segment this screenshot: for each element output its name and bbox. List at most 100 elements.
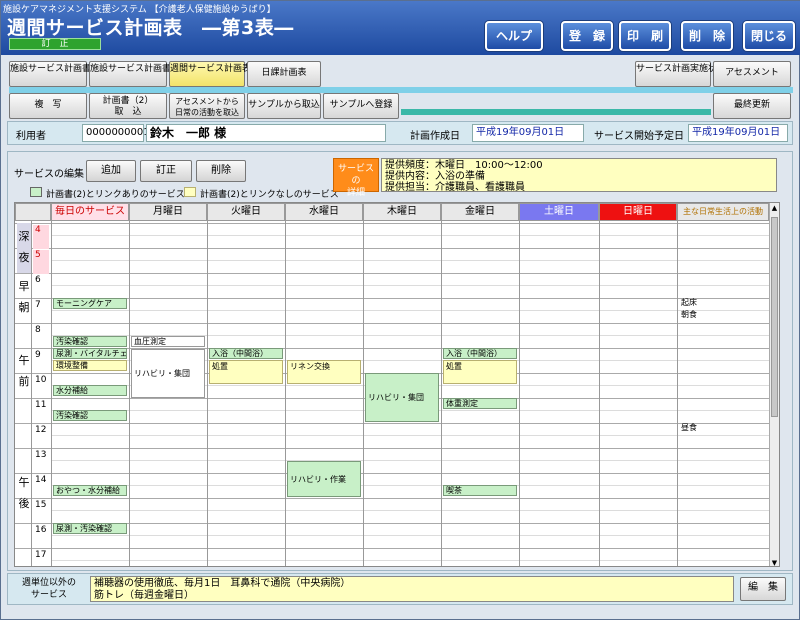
column-gridline [31, 221, 32, 566]
tab-assessment[interactable]: アセスメント [713, 61, 791, 87]
detail-frequency: 提供頻度：木曜日 10:00～12:00 [385, 160, 543, 171]
info-bar: 利用者 0000000001 鈴木 一郎 様 計画作成日 平成19年09月01日… [7, 121, 793, 145]
non-weekly-line-2: 筋トレ（毎週金曜日） [94, 590, 194, 601]
column-gridline [51, 221, 52, 566]
period-pm-2: 後 [18, 497, 30, 510]
header-mon: 月曜日 [129, 203, 207, 221]
schedule-item[interactable]: 血圧測定 [131, 336, 205, 347]
hour-label: 13 [35, 450, 47, 460]
scroll-down-icon[interactable]: ▼ [771, 559, 778, 566]
user-name-field: 鈴木 一郎 様 [146, 124, 386, 142]
schedule-item[interactable]: 尿測・汚染確認 [53, 523, 127, 534]
schedule-item[interactable]: モーニングケア [53, 298, 127, 309]
sample-register-button[interactable]: サンプルへ登録 [323, 93, 399, 119]
remove-button[interactable]: 削除 [196, 160, 246, 182]
import-plan2-label-2: 取 込 [114, 107, 142, 117]
print-button[interactable]: 印 刷 [619, 21, 671, 51]
schedule-item[interactable]: 尿測・バイタルチェック [53, 348, 127, 359]
schedule-item[interactable]: 処置 [209, 360, 283, 384]
tab-weekly[interactable]: 週間サービス計画表 [169, 61, 251, 87]
life-activity: 昼食 [681, 423, 697, 432]
period-pm: 午 後 [17, 423, 31, 563]
hour-label: 15 [35, 500, 47, 510]
header-wed: 水曜日 [285, 203, 363, 221]
non-weekly-textarea[interactable]: 補聴器の使用徹底、毎月1日 耳鼻科で通院（中央病院） 筋トレ（毎週金曜日） [90, 576, 734, 602]
half-hour-gridline [51, 485, 779, 486]
start-date-field: 平成19年09月01日 [688, 124, 788, 142]
add-button[interactable]: 追加 [86, 160, 136, 182]
hour-label: 10 [35, 375, 47, 385]
hour-label: 14 [35, 475, 47, 485]
period-early-1: 早 [18, 280, 30, 293]
created-date-label: 計画作成日 [410, 131, 460, 142]
schedule-item[interactable]: 入浴（中間浴） [443, 348, 517, 359]
grid-scrollbar[interactable]: ▲ ▼ [769, 203, 779, 566]
detail-staff: 提供担当：介護職員、看護職員 [385, 182, 525, 193]
import-plan2-button[interactable]: 計画書（2） 取 込 [89, 93, 167, 119]
page-title: 週間サービス計画表 ―第3表― [7, 17, 294, 39]
hour-label: 6 [35, 275, 41, 285]
period-late-night: 深 夜 [17, 223, 31, 273]
import-assessment-button[interactable]: アセスメントから 日常の活動を取込 [169, 93, 245, 119]
schedule-item[interactable]: 環境整備 [53, 360, 127, 371]
tab-plan2[interactable]: 施設サービス計画書（2） [89, 61, 195, 87]
latest-update-button[interactable]: 最終更新 [713, 93, 791, 119]
hour-label: 8 [35, 325, 41, 335]
schedule-item[interactable]: 処置 [443, 360, 517, 384]
sample-import-button[interactable]: サンプルから取込 [247, 93, 321, 119]
copy-button[interactable]: 複 写 [9, 93, 87, 119]
start-date-label: サービス開始予定日 [594, 131, 684, 142]
non-weekly-label: 週単位以外の サービス [14, 577, 84, 601]
column-gridline [599, 221, 600, 566]
period-early-2: 朝 [18, 301, 30, 314]
half-hour-gridline [51, 560, 779, 561]
edit-button[interactable]: 編 集 [740, 577, 786, 601]
tab-plan1[interactable]: 施設サービス計画書（1） [9, 61, 115, 87]
schedule-item[interactable]: 入浴（中間浴） [209, 348, 283, 359]
column-gridline [129, 221, 130, 566]
period-early: 早 朝 [17, 273, 31, 323]
column-gridline [285, 221, 286, 566]
created-date-field: 平成19年09月01日 [472, 124, 584, 142]
schedule-item[interactable]: リハビリ・集団 [365, 373, 439, 422]
detail-label: サービスの 詳細 [333, 158, 379, 198]
hour-label: 16 [35, 525, 47, 535]
header-sun: 日曜日 [599, 203, 677, 221]
modify-button[interactable]: 訂正 [140, 160, 192, 182]
life-activity: 朝食 [681, 310, 697, 319]
period-late-night-1: 深 [18, 230, 30, 243]
header-thu: 木曜日 [363, 203, 441, 221]
header-daily: 毎日のサービス [51, 203, 129, 221]
tab-daily[interactable]: 日課計画表 [247, 61, 321, 87]
schedule-item[interactable]: おやつ・水分補給 [53, 485, 127, 496]
weekly-schedule-grid[interactable]: 毎日のサービス 月曜日 火曜日 水曜日 木曜日 金曜日 土曜日 日曜日 主な日常… [14, 202, 780, 567]
hour-label: 11 [35, 400, 47, 410]
help-button[interactable]: ヘルプ [485, 21, 543, 51]
period-late-night-2: 夜 [18, 251, 30, 264]
half-hour-gridline [51, 235, 779, 236]
header-sat: 土曜日 [519, 203, 599, 221]
tab-status[interactable]: サービス計画実施状況 [635, 61, 726, 87]
column-gridline [207, 221, 208, 566]
schedule-item[interactable]: リハビリ・作業 [287, 461, 361, 497]
delete-button[interactable]: 削 除 [681, 21, 733, 51]
column-gridline [677, 221, 678, 566]
scroll-thumb[interactable] [771, 217, 778, 417]
schedule-item[interactable]: 汚染確認 [53, 336, 127, 347]
schedule-item[interactable]: 水分補給 [53, 385, 127, 396]
close-button[interactable]: 閉じる [743, 21, 795, 51]
schedule-item[interactable]: 体重測定 [443, 398, 517, 409]
mode-badge: 訂 正 [9, 38, 101, 50]
schedule-item[interactable]: リハビリ・集団 [131, 349, 205, 398]
schedule-item[interactable]: リネン交換 [287, 360, 361, 384]
column-gridline [441, 221, 442, 566]
register-button[interactable]: 登 録 [561, 21, 613, 51]
hour-label: 12 [35, 425, 47, 435]
schedule-item[interactable]: 汚染確認 [53, 410, 127, 421]
non-weekly-line-1: 補聴器の使用徹底、毎月1日 耳鼻科で通院（中央病院） [94, 578, 351, 589]
non-weekly-services: 週単位以外の サービス 補聴器の使用徹底、毎月1日 耳鼻科で通院（中央病院） 筋… [7, 573, 793, 605]
service-detail-box: 提供頻度：木曜日 10:00～12:00 提供内容：入浴の準備 提供担当：介護職… [381, 158, 777, 193]
schedule-item[interactable]: 喫茶 [443, 485, 517, 496]
legend-unlinked-label: 計画書(2)とリンクなしのサービス [200, 190, 339, 200]
scroll-up-icon[interactable]: ▲ [771, 204, 778, 212]
